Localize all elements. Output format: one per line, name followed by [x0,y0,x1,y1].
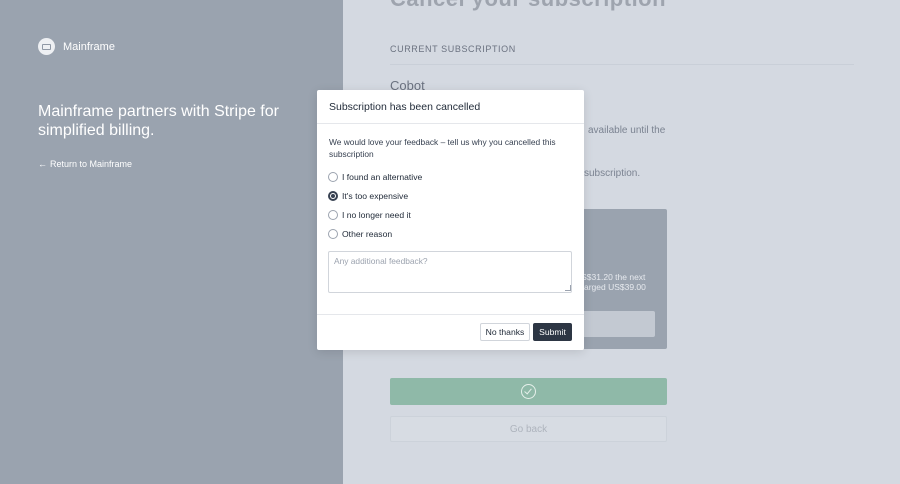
return-link[interactable]: ← Return to Mainframe [38,159,132,169]
confirm-cancel-button[interactable] [390,378,667,405]
modal-divider [317,314,584,315]
radio-button-selected[interactable] [328,191,338,201]
divider [390,64,854,65]
go-back-button[interactable]: Go back [390,416,667,442]
left-panel: Mainframe Mainframe partners with Stripe… [0,0,343,484]
section-label: CURRENT SUBSCRIPTION [390,44,516,54]
billing-card-text: US$31.20 the next charged US$39.00 [575,272,646,292]
radio-other-reason[interactable]: Other reason [328,229,392,239]
radio-no-longer-need[interactable]: I no longer need it [328,210,411,220]
modal-divider [317,123,584,124]
radio-label: It's too expensive [342,191,409,201]
resize-handle-icon[interactable] [565,285,571,291]
radio-label: I no longer need it [342,210,411,220]
tagline: Mainframe partners with Stripe for simpl… [38,103,279,139]
page-title: Cancel your subscription [390,0,666,12]
return-link-label: Return to Mainframe [50,159,133,169]
radio-label: I found an alternative [342,172,423,182]
radio-button[interactable] [328,210,338,220]
card-icon [38,38,55,55]
no-thanks-button[interactable]: No thanks [480,323,530,341]
check-circle-icon [521,384,536,399]
radio-button[interactable] [328,172,338,182]
modal-title: Subscription has been cancelled [329,101,481,113]
feedback-textarea[interactable] [328,251,572,293]
modal-description: We would love your feedback – tell us wh… [329,137,556,159]
radio-label: Other reason [342,229,393,239]
radio-found-alternative[interactable]: I found an alternative [328,172,422,182]
arrow-left-icon: ← [38,159,47,169]
subscription-text: subscription. [584,168,641,179]
submit-button[interactable]: Submit [533,323,572,341]
availability-text: available until the [588,125,666,136]
radio-button[interactable] [328,229,338,239]
brand[interactable]: Mainframe [38,38,115,55]
brand-name: Mainframe [63,40,115,53]
radio-too-expensive[interactable]: It's too expensive [328,191,408,201]
feedback-modal: Subscription has been cancelled We would… [317,90,584,350]
